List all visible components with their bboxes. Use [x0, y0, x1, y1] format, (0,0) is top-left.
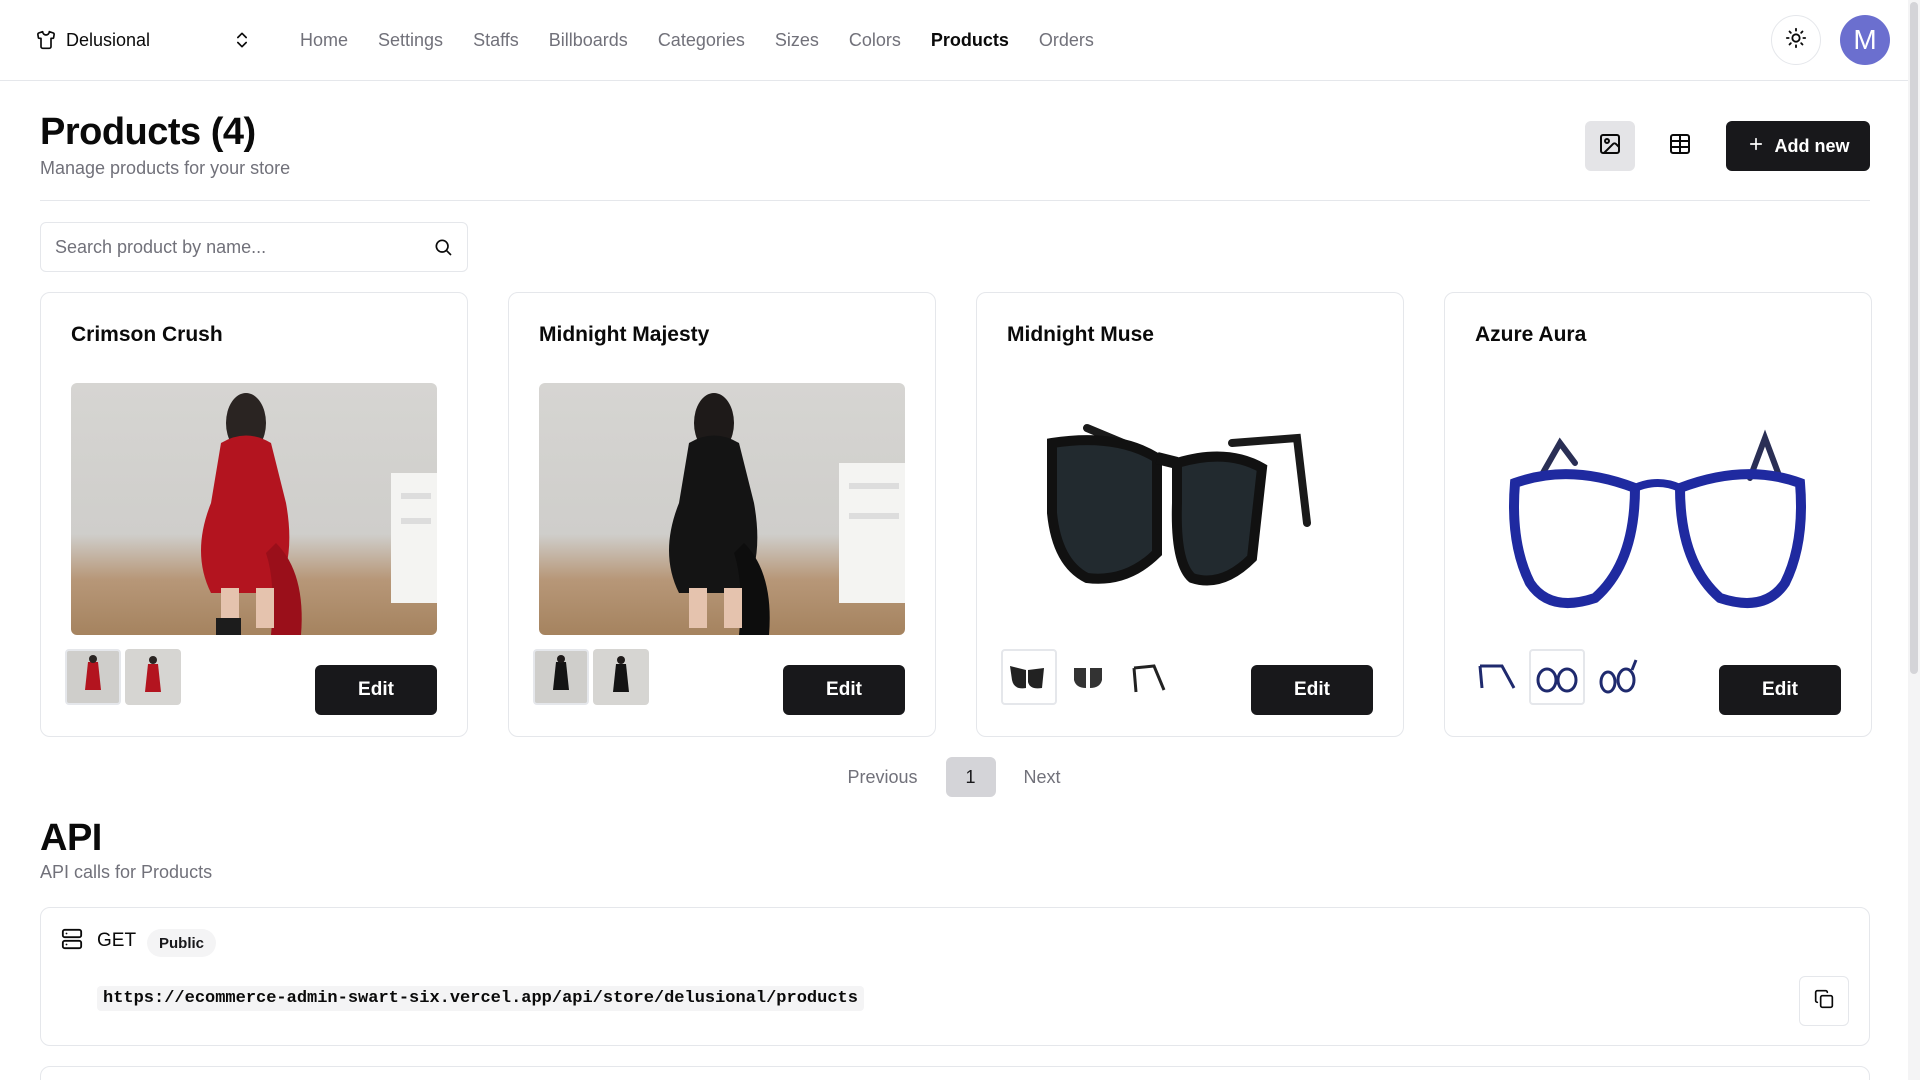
image-icon	[1598, 132, 1622, 161]
product-card: Midnight Muse Edit	[976, 292, 1404, 737]
api-endpoint-card	[40, 1066, 1870, 1080]
nav-sizes[interactable]: Sizes	[775, 28, 819, 52]
current-page-button[interactable]: 1	[945, 757, 996, 797]
nav-billboards[interactable]: Billboards	[549, 28, 628, 52]
product-name: Midnight Muse	[1007, 323, 1154, 346]
table-icon	[1668, 132, 1692, 161]
thumbnail-black-dress[interactable]	[593, 649, 649, 705]
copy-icon	[1814, 989, 1834, 1014]
user-avatar[interactable]: M	[1840, 15, 1890, 65]
product-name: Crimson Crush	[71, 323, 223, 346]
thumbnail-red-dress[interactable]	[65, 649, 121, 705]
top-navbar: Delusional Home Settings Staffs Billboar…	[0, 0, 1908, 81]
plus-icon	[1747, 135, 1765, 158]
black-sunglasses-image[interactable]	[1007, 383, 1373, 635]
store-switcher[interactable]: Delusional	[24, 20, 264, 60]
black-dress-image[interactable]	[539, 383, 905, 635]
heading-divider	[40, 200, 1870, 201]
theme-toggle-button[interactable]	[1771, 15, 1821, 65]
nav-products[interactable]: Products	[931, 28, 1009, 52]
api-title: API	[40, 817, 102, 859]
pagination: Previous 1 Next	[0, 757, 1908, 797]
thumbnail-list	[65, 649, 181, 705]
image-view-button[interactable]	[1585, 121, 1635, 171]
api-endpoint-card: GET Public https://ecommerce-admin-swart…	[40, 907, 1870, 1046]
sun-icon	[1785, 27, 1807, 54]
api-heading: API API calls for Products	[40, 814, 212, 883]
product-name: Midnight Majesty	[539, 323, 710, 346]
thumbnail-sunglasses-side[interactable]	[1121, 649, 1177, 705]
search-icon[interactable]	[433, 237, 453, 257]
shirt-icon	[36, 30, 56, 50]
blue-eyeglasses-image[interactable]	[1475, 383, 1841, 635]
scrollbar-thumb[interactable]	[1910, 2, 1918, 674]
nav-home[interactable]: Home	[300, 28, 348, 52]
thumbnail-black-sunglasses[interactable]	[1001, 649, 1057, 705]
thumbnail-eyeglasses-angle[interactable]	[1589, 649, 1645, 705]
thumbnail-eyeglasses-side[interactable]	[1469, 649, 1525, 705]
product-card: Midnight Majesty Edit	[508, 292, 936, 737]
table-view-button[interactable]	[1655, 121, 1705, 171]
access-badge: Public	[147, 929, 217, 957]
red-dress-image[interactable]	[71, 383, 437, 635]
store-name: Delusional	[66, 29, 151, 50]
product-card: Azure Aura Edit	[1444, 292, 1872, 737]
endpoint-url: https://ecommerce-admin-swart-six.vercel…	[97, 986, 864, 1011]
page-subtitle: Manage products for your store	[40, 158, 291, 178]
copy-button[interactable]	[1799, 976, 1849, 1026]
server-icon	[61, 928, 83, 950]
thumbnail-list	[1001, 649, 1177, 705]
page-title: Products (4)	[40, 111, 256, 153]
product-name: Azure Aura	[1475, 323, 1587, 346]
thumbnail-list	[1469, 649, 1645, 705]
previous-page-button[interactable]: Previous	[841, 767, 923, 788]
edit-button[interactable]: Edit	[783, 665, 905, 715]
thumbnail-black-dress[interactable]	[533, 649, 589, 705]
thumbnail-list	[533, 649, 649, 705]
thumbnail-blue-eyeglasses[interactable]	[1529, 649, 1585, 705]
nav-colors[interactable]: Colors	[849, 28, 901, 52]
add-new-label: Add new	[1774, 135, 1850, 156]
thumbnail-sunglasses-folded[interactable]	[1061, 649, 1117, 705]
avatar-letter: M	[1853, 24, 1877, 55]
search-input[interactable]	[55, 236, 433, 258]
edit-button[interactable]: Edit	[1719, 665, 1841, 715]
edit-button[interactable]: Edit	[1251, 665, 1373, 715]
main-nav: Home Settings Staffs Billboards Categori…	[300, 28, 1094, 52]
edit-button[interactable]: Edit	[315, 665, 437, 715]
page-heading: Products (4) Manage products for your st…	[40, 108, 290, 179]
chevrons-up-down-icon	[232, 30, 252, 50]
nav-orders[interactable]: Orders	[1039, 28, 1094, 52]
nav-staffs[interactable]: Staffs	[473, 28, 519, 52]
api-subtitle: API calls for Products	[40, 862, 213, 882]
next-page-button[interactable]: Next	[1018, 767, 1067, 788]
nav-categories[interactable]: Categories	[658, 28, 745, 52]
http-method: GET	[97, 930, 137, 951]
product-card: Crimson Crush Edit	[40, 292, 468, 737]
product-search	[40, 222, 468, 272]
add-new-button[interactable]: Add new	[1726, 121, 1870, 171]
thumbnail-red-dress[interactable]	[125, 649, 181, 705]
nav-settings[interactable]: Settings	[378, 28, 443, 52]
